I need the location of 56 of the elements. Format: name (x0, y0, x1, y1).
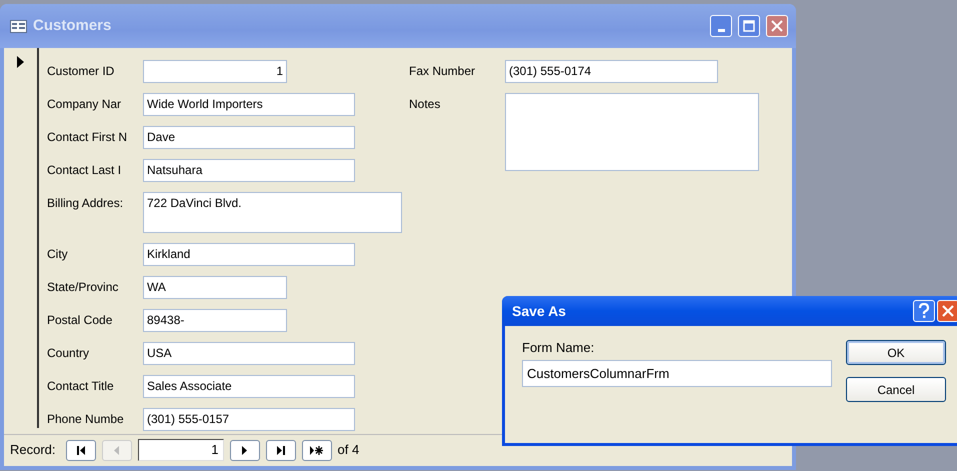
last-record-button[interactable] (266, 440, 296, 460)
field-label: Company Nar (47, 96, 122, 113)
dialog-title: Save As (512, 302, 567, 320)
input-field[interactable]: 722 DaVinci Blvd. (143, 192, 402, 233)
record-pointer-icon (17, 56, 24, 68)
new-record-icon (310, 446, 324, 454)
record-label: Record: (10, 441, 56, 460)
window-title: Customers (33, 16, 112, 36)
field-label: Postal Code (47, 312, 114, 329)
form-icon (10, 20, 27, 32)
input-field[interactable] (505, 93, 759, 171)
input-field[interactable]: Natsuhara (143, 159, 355, 182)
field-label: Contact First N (47, 129, 128, 146)
minimize-icon (718, 28, 724, 32)
maximize-icon (743, 20, 755, 32)
first-record-button[interactable] (66, 440, 96, 460)
help-icon (918, 303, 930, 319)
close-button[interactable] (937, 300, 957, 322)
input-field[interactable]: (301) 555-0174 (505, 60, 718, 83)
field-label: Contact Last I (47, 162, 122, 179)
skip-start-icon (76, 446, 85, 454)
field-label: Notes (409, 96, 442, 113)
record-number-field[interactable]: 1 (138, 439, 224, 461)
close-button[interactable] (766, 15, 788, 37)
field-label: Fax Number (409, 63, 476, 80)
new-record-button[interactable] (302, 440, 332, 460)
field-label: Country (47, 345, 90, 362)
next-record-button[interactable] (230, 440, 260, 460)
close-icon (771, 20, 783, 32)
form-name-label: Form Name: (522, 339, 596, 357)
close-icon (942, 305, 954, 317)
field-label: Billing Addres: (47, 195, 124, 212)
input-field[interactable]: Dave (143, 126, 355, 149)
field-label: State/Provinc (47, 279, 120, 296)
right-arrow-icon (242, 446, 248, 454)
record-count: of 4 (338, 441, 360, 460)
field-label: City (47, 246, 69, 263)
left-arrow-icon (114, 446, 120, 454)
skip-end-icon (276, 446, 285, 454)
input-field[interactable]: Sales Associate (143, 375, 355, 398)
help-button[interactable] (913, 300, 935, 322)
input-field[interactable]: 89438- (143, 309, 287, 332)
maximize-button[interactable] (738, 15, 760, 37)
input-field[interactable]: WA (143, 276, 287, 299)
input-field[interactable]: (301) 555-0157 (143, 408, 355, 431)
field-label: Phone Numbe (47, 411, 125, 428)
input-field[interactable]: Wide World Importers (143, 93, 355, 116)
input-field[interactable]: USA (143, 342, 355, 365)
input-field[interactable]: 1 (143, 60, 287, 83)
cancel-button[interactable]: Cancel (846, 377, 946, 402)
field-label: Customer ID (47, 63, 116, 80)
ok-button[interactable]: OK (846, 340, 946, 365)
input-field[interactable]: Kirkland (143, 243, 355, 266)
form-name-field[interactable]: CustomersColumnarFrm (522, 360, 832, 386)
minimize-button[interactable] (710, 15, 732, 37)
field-label: Contact Title (47, 378, 115, 395)
